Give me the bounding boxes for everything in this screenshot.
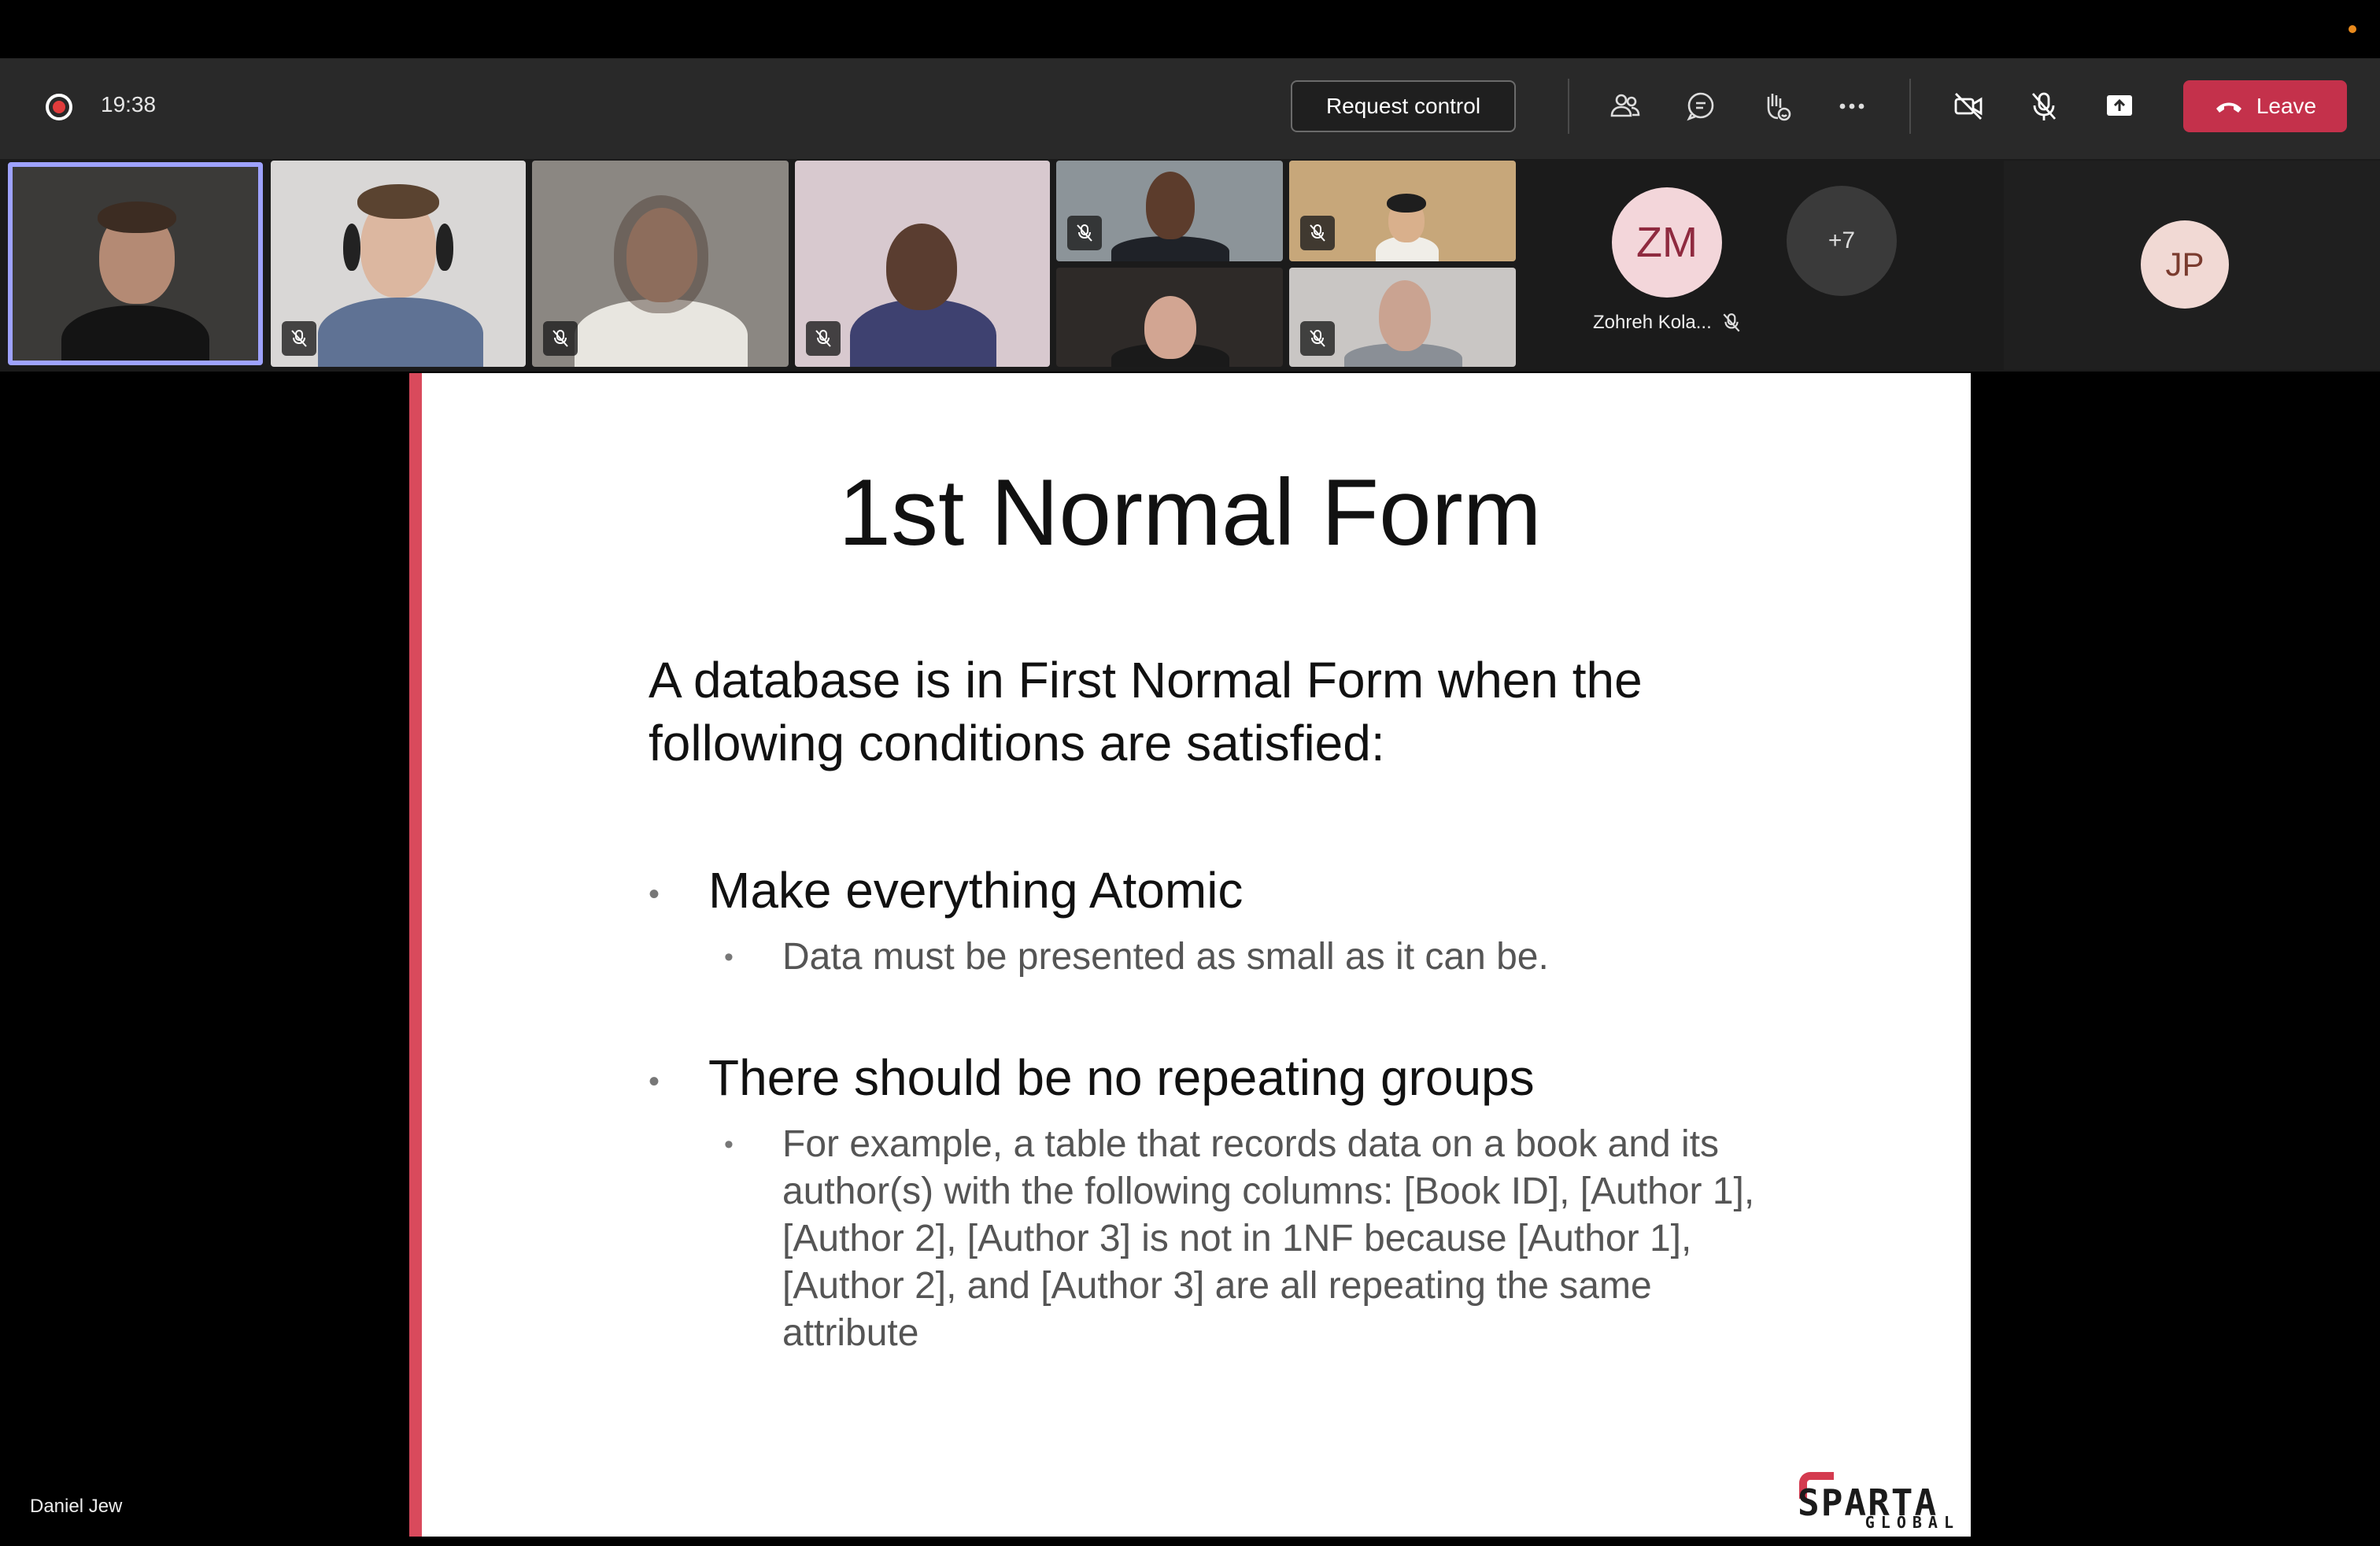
chat-icon[interactable] [1681, 87, 1720, 126]
bullet-dot: • [724, 1130, 734, 1160]
more-options-icon[interactable] [1832, 87, 1872, 126]
participant-video-tile[interactable] [8, 162, 263, 365]
participant-video-tile[interactable] [1056, 268, 1283, 367]
sub-bullet-text: For example, a table that records data o… [782, 1123, 1755, 1354]
sub-bullet-text: Data must be presented as small as it ca… [782, 936, 1549, 978]
sub-bullet-item: • For example, a table that records data… [724, 1121, 1779, 1357]
bullet-dot: • [724, 942, 734, 972]
toolbar-divider [1909, 79, 1911, 134]
bullet-heading: Make everything Atomic [708, 862, 1244, 919]
leave-label: Leave [2256, 94, 2317, 118]
participant-avatar-zm[interactable]: ZM [1612, 187, 1722, 298]
slide-intro: A database is in First Normal Form when … [649, 652, 1643, 771]
call-timer: 19:38 [101, 92, 157, 117]
muted-indicator [1300, 216, 1335, 250]
mic-off-icon[interactable] [2024, 87, 2064, 126]
bullet-heading: There should be no repeating groups [708, 1049, 1535, 1106]
bullet-item: • There should be no repeating groups [649, 1049, 1535, 1107]
muted-indicator [806, 321, 841, 356]
slide-title: 1st Normal Form [838, 460, 1542, 565]
presenter-name: Daniel Jew [30, 1496, 123, 1517]
participant-name: Zohreh Kola... [1593, 312, 1712, 333]
recording-indicator-dot [2349, 25, 2356, 33]
participant-avatar-jp[interactable]: JP [2141, 220, 2229, 309]
muted-indicator [543, 321, 578, 356]
raise-hand-icon[interactable] [1757, 87, 1796, 126]
leave-button[interactable]: Leave [2183, 80, 2347, 132]
request-control-button[interactable]: Request control [1291, 80, 1516, 132]
recording-icon [46, 94, 72, 120]
muted-indicator [1300, 321, 1335, 356]
participant-video-tile[interactable] [795, 161, 1050, 367]
participant-video-tile[interactable] [532, 161, 789, 367]
bullet-item: • Make everything Atomic [649, 861, 1243, 919]
logo-subword: GLOBAL [1864, 1513, 1960, 1532]
participants-icon[interactable] [1606, 87, 1645, 126]
bullet-dot: • [649, 876, 660, 912]
participant-video-tile[interactable] [1289, 268, 1516, 367]
more-participants-button[interactable]: +7 [1787, 186, 1897, 296]
sparta-global-logo: SPARTA GLOBAL [1798, 1469, 1963, 1532]
system-menu-bar [0, 0, 2380, 58]
meeting-toolbar: 19:38 Request control Leave [0, 58, 2380, 159]
toolbar-divider [1568, 79, 1569, 134]
participant-video-tile[interactable] [1289, 161, 1516, 261]
participant-video-tile[interactable] [1056, 161, 1283, 261]
share-screen-icon[interactable] [2100, 87, 2139, 126]
participant-video-tile[interactable] [271, 161, 526, 367]
muted-icon [1723, 313, 1740, 332]
hang-up-icon [2216, 102, 2241, 113]
presentation-slide: 1st Normal Form A database is in First N… [409, 373, 1971, 1537]
muted-indicator [282, 321, 316, 356]
bullet-dot: • [649, 1063, 660, 1099]
camera-off-icon[interactable] [1949, 87, 1988, 126]
muted-indicator [1067, 216, 1102, 250]
sub-bullet-item: • Data must be presented as small as it … [724, 934, 1779, 981]
